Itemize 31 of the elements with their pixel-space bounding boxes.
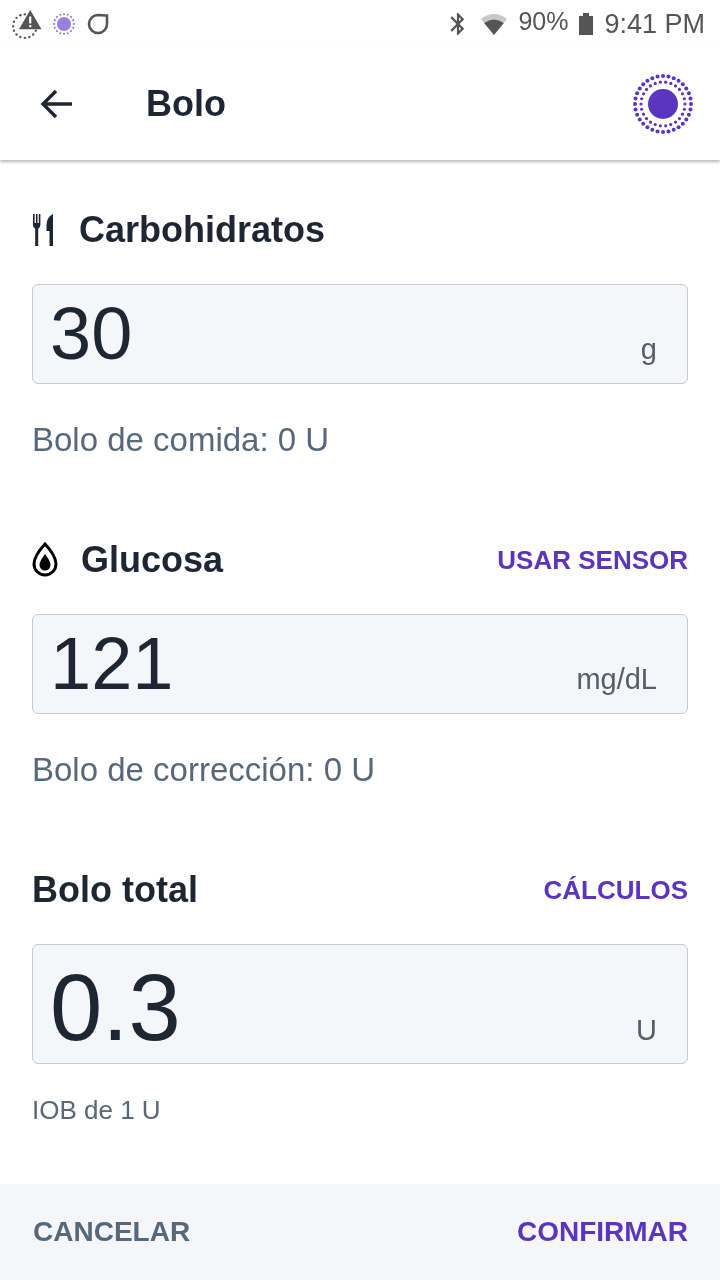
unit-label: g	[640, 333, 657, 366]
field-value: 30	[50, 297, 133, 371]
field-value: 121	[50, 627, 174, 701]
dotted-circle-icon	[52, 12, 76, 36]
helper-text: Bolo de comida: 0 U	[32, 420, 331, 460]
screen-title: Bolo	[146, 82, 226, 126]
confirm-button[interactable]: CONFIRMAR	[516, 1215, 688, 1249]
amount-field[interactable]: 30 g	[32, 284, 688, 384]
field-value: 0.3	[50, 961, 181, 1055]
section-title: Glucosa	[81, 538, 224, 582]
battery-percent: 90%	[518, 6, 569, 36]
ring-icon	[86, 12, 110, 36]
amount-field[interactable]: 121 mg/dL	[32, 614, 688, 714]
battery-icon	[579, 13, 594, 35]
back-icon[interactable]	[40, 89, 74, 119]
dotted-circle-icon[interactable]	[632, 73, 694, 135]
unit-label: mg/dL	[576, 663, 657, 696]
helper-text: IOB de 1 U	[32, 1095, 162, 1125]
amount-field[interactable]: 0.3 U	[32, 944, 688, 1064]
action-link[interactable]: USAR SENSOR	[497, 544, 688, 576]
unit-label: U	[636, 1014, 657, 1047]
fork-knife-icon	[32, 214, 56, 246]
section-title: Bolo total	[32, 868, 198, 912]
cancel-button[interactable]: CANCELAR	[33, 1215, 191, 1249]
alert-icon	[12, 9, 42, 39]
helper-text: Bolo de corrección: 0 U	[32, 750, 376, 790]
section-title: Carbohidratos	[79, 208, 326, 252]
drop-icon	[32, 542, 58, 578]
clock-time: 9:41 PM	[604, 9, 705, 39]
action-link[interactable]: CÁLCULOS	[543, 874, 688, 906]
wifi-icon	[481, 13, 508, 35]
